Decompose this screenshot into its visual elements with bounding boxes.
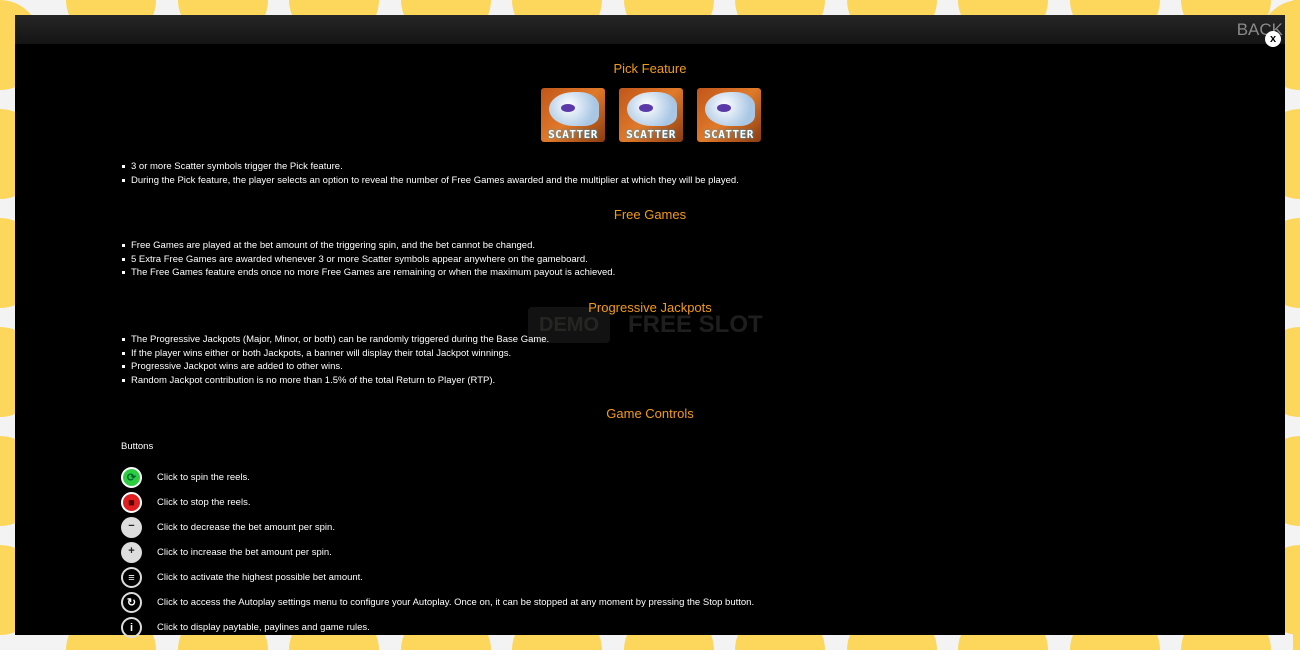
list-item: Free Games are played at the bet amount … bbox=[121, 239, 615, 253]
control-description: Click to increase the bet amount per spi… bbox=[157, 547, 332, 558]
jackpots-list: The Progressive Jackpots (Major, Minor, … bbox=[121, 333, 549, 387]
jackpots-title: Progressive Jackpots bbox=[588, 300, 712, 315]
control-description: Click to display paytable, paylines and … bbox=[157, 622, 370, 633]
autoplay-icon: ↻ bbox=[121, 592, 142, 613]
list-item: The Free Games feature ends once no more… bbox=[121, 267, 616, 278]
minus-icon: − bbox=[121, 517, 142, 538]
control-description: Click to decrease the bet amount per spi… bbox=[157, 522, 335, 533]
control-description: Click to access the Autoplay settings me… bbox=[157, 597, 755, 608]
scatter-symbol: SCATTER bbox=[619, 88, 683, 142]
stop-icon: ■ bbox=[121, 492, 142, 513]
scatter-symbol: SCATTER bbox=[541, 88, 605, 142]
list-item: 5 Extra Free Games are awarded whenever … bbox=[121, 253, 615, 267]
free-games-list: Free Games are played at the bet amount … bbox=[121, 239, 615, 280]
pick-feature-title: Pick Feature bbox=[613, 61, 687, 76]
scatter-symbol: SCATTER bbox=[697, 88, 761, 142]
free-games-title: Free Games bbox=[613, 207, 687, 222]
rules-panel: BACK x Pick Feature SCATTER SCATTER SCAT… bbox=[15, 15, 1285, 638]
list-item: The Progressive Jackpots (Major, Minor, … bbox=[121, 334, 550, 345]
plus-icon: + bbox=[121, 542, 142, 563]
control-description: Click to stop the reels. bbox=[157, 497, 251, 508]
top-bar: BACK bbox=[15, 15, 1285, 44]
list-item: If the player wins either or both Jackpo… bbox=[121, 347, 549, 361]
pick-feature-list: 3 or more Scatter symbols trigger the Pi… bbox=[121, 160, 739, 187]
max-bet-icon: ≡ bbox=[121, 567, 142, 588]
close-icon[interactable]: x bbox=[1265, 31, 1281, 47]
game-controls-title: Game Controls bbox=[606, 406, 694, 421]
control-description: Click to spin the reels. bbox=[157, 472, 250, 483]
buttons-label: Buttons bbox=[121, 441, 154, 452]
list-item: During the Pick feature, the player sele… bbox=[122, 174, 739, 186]
list-item: Progressive Jackpot wins are added to ot… bbox=[121, 360, 549, 374]
control-description: Click to activate the highest possible b… bbox=[157, 572, 363, 583]
spin-icon: ⟳ bbox=[121, 467, 142, 488]
list-item: 3 or more Scatter symbols trigger the Pi… bbox=[122, 160, 739, 174]
list-item: Random Jackpot contribution is no more t… bbox=[121, 374, 549, 388]
info-icon: i bbox=[121, 617, 142, 638]
